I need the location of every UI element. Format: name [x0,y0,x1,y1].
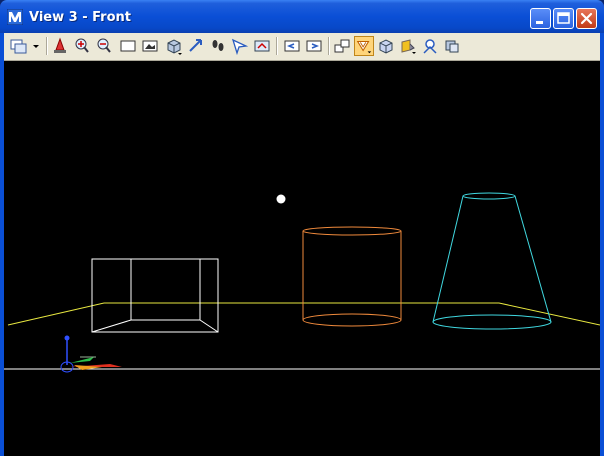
navigate-icon[interactable] [252,36,272,56]
scene-canvas [4,192,600,373]
close-icon [580,12,593,25]
maximize-button[interactable] [553,8,574,29]
fly-icon[interactable] [230,36,250,56]
window-border-right [600,33,604,456]
view-window: View 3 - Front [0,0,604,456]
pan-view-icon[interactable] [186,36,206,56]
toolbar-separator [46,37,48,55]
display-style-icon[interactable] [376,36,396,56]
view-next-icon[interactable] [304,36,324,56]
wireframe-cone [432,192,552,330]
clip-volume-icon[interactable] [442,36,462,56]
scene-point [276,194,286,204]
toolbar-separator [276,37,278,55]
window-area-icon[interactable] [118,36,138,56]
axis-triad-icon [60,335,122,373]
zoom-in-icon[interactable] [72,36,92,56]
view-toolbar [4,33,600,61]
camera-icon[interactable] [398,36,418,56]
fit-view-icon[interactable] [140,36,160,56]
minimize-button[interactable] [530,8,551,29]
close-button[interactable] [576,8,597,29]
maximize-icon [557,12,570,24]
view-display-menu-icon[interactable] [8,36,42,56]
wireframe-cylinder [302,226,402,327]
view-attributes-icon[interactable] [420,36,440,56]
copy-view-icon[interactable] [332,36,352,56]
update-view-icon[interactable] [50,36,70,56]
walk-icon[interactable] [208,36,228,56]
render-mode-icon[interactable] [354,36,374,56]
toolbar-separator [328,37,330,55]
microstation-app-icon[interactable] [7,9,23,25]
window-title: View 3 - Front [29,10,131,25]
title-bar[interactable]: View 3 - Front [0,0,604,33]
zoom-out-icon[interactable] [94,36,114,56]
rotate-view-icon[interactable] [164,36,184,56]
minimize-icon [536,21,543,24]
view-previous-icon[interactable] [282,36,302,56]
wireframe-box [91,258,219,333]
3d-viewport[interactable] [4,61,600,456]
